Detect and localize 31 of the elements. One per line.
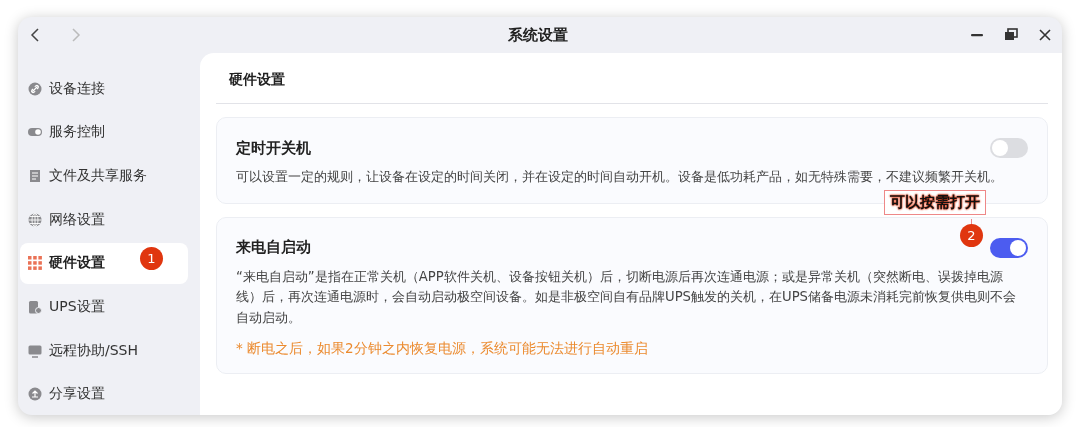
sidebar-item[interactable]: 远程协助/SSH xyxy=(20,329,188,372)
restore-icon xyxy=(1004,28,1018,42)
grid-icon xyxy=(28,256,42,271)
window-title: 系统设置 xyxy=(507,25,569,45)
sidebar-item[interactable]: 文件及共享服务 xyxy=(20,155,188,197)
monitor-icon xyxy=(28,343,42,358)
sidebar-item[interactable]: 网络设置 xyxy=(20,198,188,241)
number-badge: 1 xyxy=(140,246,163,270)
section-heading: 硬件设置 xyxy=(228,70,286,89)
setting-description: “来电自启动”是指在正常关机（APP软件关机、设备按钮关机）后，切断电源后再次连通电源；或是异常关机（突然断电、误拨掉电源线）后，再次连通电源时，会自动启动极空间设备。如是非极空间自有品牌UPS触发的关机，在UPS储备电源未消耗完前恢复供电则不会自动启动。 xyxy=(236,267,1017,327)
document-icon xyxy=(28,169,42,184)
battery-icon xyxy=(28,299,42,314)
setting-title: 定时开关机 xyxy=(236,138,311,158)
setting-description: 可以设置一定的规则，让设备在设定的时间关闭，并在设定的时间自动开机。设备是低功耗产品，如无特殊需要，不建议频繁开关机。 xyxy=(236,168,1004,186)
callout-label: 可以按需打开 xyxy=(884,189,986,215)
sidebar-item[interactable]: 分享设置 xyxy=(20,373,188,415)
globe-icon xyxy=(28,212,42,227)
sidebar-item[interactable]: 设备连接 xyxy=(20,68,188,110)
link-icon xyxy=(28,81,42,96)
sidebar-item[interactable]: UPS设置 xyxy=(20,286,188,328)
chevron-left-icon xyxy=(28,26,42,44)
setting-title: 来电自启动 xyxy=(236,238,311,257)
toggle-switch[interactable] xyxy=(990,138,1028,158)
close-icon xyxy=(1038,28,1052,42)
sidebar-item[interactable]: 硬件设置 1 xyxy=(20,242,188,285)
sidebar-item[interactable]: 服务控制 xyxy=(20,111,188,154)
warning-note: * 断电之后，如果2分钟之内恢复电源，系统可能无法进行自动重启 xyxy=(236,340,649,358)
toggle-switch[interactable] xyxy=(990,237,1028,258)
share-icon xyxy=(28,387,42,402)
leader-line xyxy=(971,218,972,225)
number-badge: 2 xyxy=(960,223,983,247)
